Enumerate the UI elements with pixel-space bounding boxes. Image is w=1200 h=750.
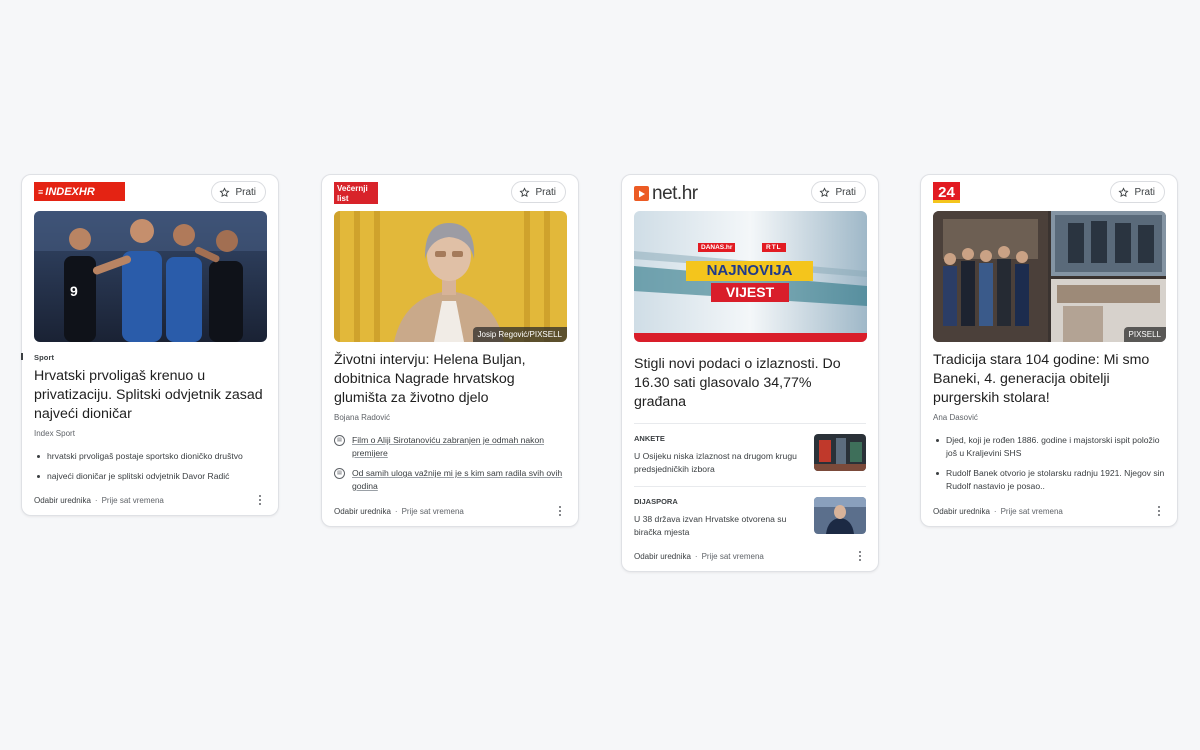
news-card-24sata[interactable]: 24 Prati PIXSELL Tradicija stara 104 god… (920, 174, 1178, 527)
follow-button[interactable]: Prati (511, 181, 566, 203)
headline[interactable]: Hrvatski prvoligaš krenuo u privatizacij… (34, 367, 266, 424)
svg-text:9: 9 (70, 283, 78, 299)
play-icon (634, 186, 649, 201)
related-article-icon: ▤ (334, 468, 345, 479)
editor-pick-label: Odabir urednika (933, 506, 990, 516)
follow-button[interactable]: Prati (1110, 181, 1165, 203)
sub-article-thumbnail (814, 497, 866, 534)
more-options-icon[interactable] (1153, 505, 1165, 517)
category-label[interactable]: Sport (34, 353, 266, 362)
breaking-news-banner-bottom: VIJEST (711, 283, 789, 302)
danas-hr-brand: DANAS.hr (698, 243, 736, 252)
source-name[interactable]: Index Sport (34, 429, 266, 438)
timestamp: Prije sat vremena (101, 495, 164, 505)
sub-article-thumbnail (814, 434, 866, 471)
image-credit: Josip Regović/PIXSELL (472, 327, 567, 342)
article-image[interactable]: DANAS.hr RTL NAJNOVIJA VIJEST (634, 211, 867, 342)
related-article-icon: ▤ (334, 435, 345, 446)
scroll-indicator (21, 353, 23, 360)
source-name[interactable]: Ana Dasović (933, 413, 1165, 422)
sub-article[interactable]: ANKETE U Osijeku niska izlaznost na drug… (634, 434, 866, 476)
rtl-brand: RTL (762, 243, 786, 252)
follow-button[interactable]: Prati (811, 181, 866, 203)
editor-pick-label: Odabir urednika (634, 551, 691, 561)
image-credit: PIXSELL (1123, 327, 1166, 342)
star-icon (219, 186, 230, 197)
bullet-item[interactable]: Rudolf Banek otvorio je stolarsku radnju… (933, 467, 1165, 493)
timestamp: Prije sat vremena (701, 551, 764, 561)
more-options-icon[interactable] (554, 505, 566, 517)
bullet-item[interactable]: najveći dioničar je splitski odvjetnik D… (34, 470, 266, 483)
star-icon (819, 186, 830, 197)
headline[interactable]: Stigli novi podaci o izlaznosti. Do 16.3… (634, 355, 866, 412)
timestamp: Prije sat vremena (401, 506, 464, 516)
24sata-logo[interactable]: 24 (933, 182, 960, 203)
related-article-link[interactable]: ▤ Od samih uloga važnije mi je s kim sam… (334, 467, 566, 493)
sub-article-title: U Osijeku niska izlaznost na drugom krug… (634, 451, 797, 474)
star-icon (1118, 186, 1129, 197)
article-image[interactable]: 9 (34, 211, 267, 342)
sub-article[interactable]: DIJASPORA U 38 država izvan Hrvatske otv… (634, 497, 866, 539)
article-image[interactable]: Josip Regović/PIXSELL (334, 211, 567, 342)
bullet-item[interactable]: Djed, koji je rođen 1886. godine i majst… (933, 434, 1165, 460)
news-card-index[interactable]: ≡ INDEXHR Prati 9 Sport Hrvatski prvolig… (21, 174, 279, 516)
editor-pick-label: Odabir urednika (34, 495, 91, 505)
vecernji-list-logo[interactable]: Večernji list (334, 182, 378, 204)
star-icon (519, 186, 530, 197)
headline[interactable]: Životni intervju: Helena Buljan, dobitni… (334, 351, 566, 408)
headline[interactable]: Tradicija stara 104 godine: Mi smo Banek… (933, 351, 1165, 408)
related-article-link[interactable]: ▤ Film o Aliji Sirotanoviću zabranjen je… (334, 434, 566, 460)
editor-pick-label: Odabir urednika (334, 506, 391, 516)
index-hr-logo[interactable]: ≡ INDEXHR (34, 182, 125, 201)
follow-button[interactable]: Prati (211, 181, 266, 203)
news-card-net[interactable]: net.hr Prati DANAS.hr RTL NAJNOVIJA VIJE… (621, 174, 879, 572)
source-name[interactable]: Bojana Radović (334, 413, 566, 422)
timestamp: Prije sat vremena (1000, 506, 1063, 516)
more-options-icon[interactable] (854, 550, 866, 562)
news-card-vecernji[interactable]: Večernji list Prati Josip Regović/PIXSEL… (321, 174, 579, 527)
breaking-news-banner-top: NAJNOVIJA (686, 261, 813, 281)
article-image[interactable]: PIXSELL (933, 211, 1166, 342)
bullet-item[interactable]: hrvatski prvoligaš postaje sportsko dion… (34, 450, 266, 463)
net-hr-logo[interactable]: net.hr (634, 184, 698, 203)
more-options-icon[interactable] (254, 494, 266, 506)
sub-article-title: U 38 država izvan Hrvatske otvorena su b… (634, 514, 787, 537)
